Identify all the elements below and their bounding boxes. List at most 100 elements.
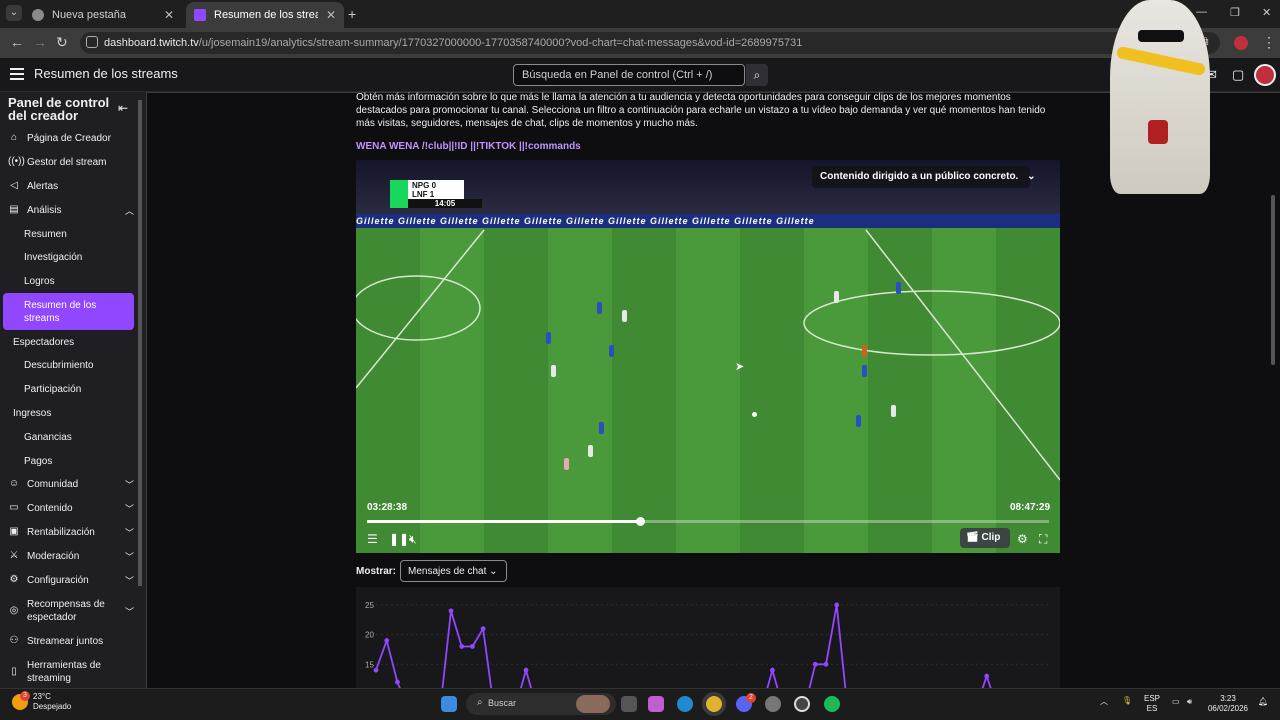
data-point[interactable] — [373, 667, 379, 673]
sidebar-item-engagement[interactable]: Participación — [24, 384, 81, 395]
collapse-sidebar-icon[interactable]: ⇤ — [118, 101, 128, 115]
data-point[interactable] — [384, 638, 390, 643]
tab-new[interactable]: Nueva pestaña ✕ — [24, 2, 182, 28]
player — [834, 291, 839, 303]
forward-icon[interactable]: → — [33, 34, 47, 50]
sidebar-item-settings[interactable]: ⚙ Configuración ﹀ — [8, 569, 134, 591]
search-icon[interactable]: ⌕ — [746, 64, 768, 86]
tray-overflow-icon[interactable]: ︿ — [1100, 697, 1108, 707]
sidebar-item-alerts[interactable]: ◁ Alertas — [8, 175, 134, 197]
sidebar-item-achievements[interactable]: Logros — [24, 276, 55, 287]
sidebar-item-payouts[interactable]: Pagos — [24, 456, 52, 467]
y-tick-label: 20 — [365, 631, 374, 640]
chevron-down-icon: ﹀ — [124, 527, 134, 538]
sidebar-item-analytics[interactable]: ▤ Análisis ︿ — [8, 199, 134, 221]
edge-icon[interactable] — [677, 696, 693, 712]
data-point[interactable] — [395, 679, 400, 685]
data-point[interactable] — [984, 673, 990, 679]
main-scrollbar[interactable] — [1271, 195, 1275, 365]
data-point[interactable] — [523, 667, 529, 673]
data-point[interactable] — [470, 644, 475, 649]
content-icon: ▭ — [9, 502, 19, 513]
volume-icon[interactable]: 🔊︎ — [1187, 697, 1192, 707]
minimize-icon[interactable]: — — [1196, 6, 1207, 18]
obs-icon[interactable] — [794, 696, 810, 712]
url-bar[interactable]: dashboard.twitch.tv/u/josemain19/analyti… — [80, 32, 1220, 54]
gear-icon[interactable]: ⚙ — [1017, 532, 1028, 546]
profile-icon[interactable] — [1234, 36, 1248, 50]
pitch-lines — [356, 229, 1060, 481]
seek-handle[interactable] — [635, 517, 645, 526]
player — [551, 365, 556, 377]
close-window-icon[interactable]: ✕ — [1262, 6, 1271, 19]
sword-icon: ⚔ — [9, 550, 19, 561]
menu-icon[interactable] — [10, 68, 24, 80]
language-indicator[interactable]: ESP ES — [1144, 694, 1160, 714]
ad-board: Gillette Gillette Gillette Gillette Gill… — [356, 214, 1060, 228]
sidebar-item-label: Comunidad — [27, 478, 79, 490]
reload-icon[interactable]: ↻ — [56, 34, 68, 51]
sidebar-item-viewer-rewards[interactable]: ◎ Recompensas de espectador ﹀ — [8, 595, 134, 627]
pause-icon[interactable]: ❚❚ — [389, 532, 409, 546]
close-icon[interactable]: ✕ — [164, 8, 174, 22]
video-player[interactable]: Gillette Gillette Gillette Gillette Gill… — [356, 160, 1060, 553]
avatar[interactable] — [1254, 64, 1276, 86]
mute-icon[interactable]: 🔇︎ — [409, 532, 417, 547]
tab-twitch[interactable]: Resumen de los streams - Twitch ✕ — [186, 2, 344, 28]
chrome-icon[interactable] — [706, 696, 722, 712]
metric-select[interactable]: Mensajes de chat ⌄ — [400, 560, 507, 582]
series-line — [375, 604, 1051, 709]
sidebar-item-discovery[interactable]: Descubrimiento — [24, 360, 93, 371]
seek-bar-fill — [367, 520, 640, 523]
spotify-icon[interactable] — [824, 696, 840, 712]
sidebar-item-summary[interactable]: Resumen — [24, 229, 67, 240]
back-icon[interactable]: ← — [10, 34, 24, 50]
copilot-icon[interactable] — [648, 696, 664, 712]
fullscreen-icon[interactable]: ⛶ — [1039, 532, 1047, 547]
task-view-icon[interactable] — [621, 696, 637, 712]
weather-widget[interactable]: 23°C Despejado — [33, 692, 71, 712]
chapters-icon[interactable]: ☰ — [367, 532, 378, 546]
sidebar-item-research[interactable]: Investigación — [24, 252, 82, 263]
search-input[interactable]: Búsqueda en Panel de control (Ctrl + /) — [513, 64, 745, 86]
sidebar-item-community[interactable]: ☺ Comunidad ﹀ — [8, 473, 134, 495]
settings-app-icon[interactable] — [765, 696, 781, 712]
sidebar-item-earnings[interactable]: Ganancias — [24, 432, 72, 443]
data-point[interactable] — [834, 602, 840, 608]
data-point[interactable] — [448, 608, 454, 614]
maximize-icon[interactable]: ❐ — [1230, 6, 1240, 19]
data-point[interactable] — [823, 661, 829, 667]
clip-button[interactable]: 🎬︎ Clip — [960, 528, 1010, 548]
microphone-icon[interactable]: 🎙︎ — [1122, 696, 1132, 706]
data-point[interactable] — [770, 667, 775, 673]
sidebar-item-stream-summary[interactable]: Resumen de los streams — [3, 293, 134, 330]
windows-start-icon[interactable] — [441, 696, 457, 712]
site-info-icon[interactable] — [86, 36, 98, 48]
sidebar-item-streaming-tools[interactable]: ▯ Herramientas de streaming — [8, 656, 134, 688]
clock-time: 3:23 — [1220, 694, 1236, 703]
data-point[interactable] — [459, 644, 465, 649]
sidebar-item-stream-together[interactable]: ⚇ Streamear juntos — [8, 630, 134, 652]
tab-title: Nueva pestaña — [52, 9, 126, 21]
data-point[interactable] — [812, 661, 818, 667]
sidebar-item-label: Análisis — [27, 204, 62, 216]
whispers-icon[interactable]: ▢ — [1232, 67, 1244, 83]
network-icon[interactable]: ▭ — [1172, 697, 1180, 707]
metric-select-value: Mensajes de chat — [408, 566, 487, 577]
sidebar-item-stream-manager[interactable]: ((•)) Gestor del stream — [8, 151, 134, 173]
tab-search-button[interactable]: ⌄ — [6, 5, 22, 21]
globe-icon — [32, 9, 44, 21]
time-total: 08:47:29 — [1010, 502, 1051, 513]
sidebar-scrollbar[interactable] — [138, 100, 142, 586]
sidebar-item-moderation[interactable]: ⚔ Moderación ﹀ — [8, 545, 134, 567]
sidebar-item-monetization[interactable]: ▣ Rentabilización ﹀ — [8, 521, 134, 543]
notification-icon[interactable]: 🔔︎ — [1258, 697, 1268, 707]
clock[interactable]: 3:23 06/02/2026 — [1206, 694, 1250, 714]
browser-menu-icon[interactable]: ⋮ — [1262, 34, 1276, 51]
close-icon[interactable]: ✕ — [326, 8, 336, 22]
sidebar-item-creator-page[interactable]: ⌂ Página de Creador — [8, 127, 134, 149]
sidebar-item-content[interactable]: ▭ Contenido ﹀ — [8, 497, 134, 519]
audience-warning[interactable]: Contenido dirigido a un público concreto… — [812, 166, 1036, 188]
data-point[interactable] — [480, 626, 486, 632]
new-tab-button[interactable]: + — [348, 6, 356, 22]
